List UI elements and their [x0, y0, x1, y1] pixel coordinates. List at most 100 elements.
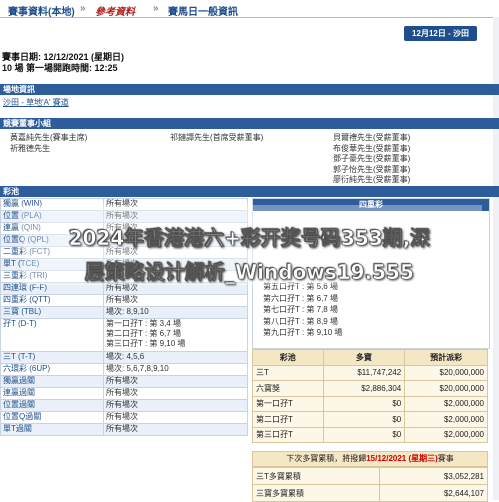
jackpot-amount: $0 — [322, 395, 406, 412]
list-item: 第九口孖T : 第 9,10 場 — [263, 328, 343, 337]
venue-link[interactable]: 沙田 - 草地'A' 賽道 — [3, 98, 69, 107]
pool-races: 第一口孖T : 第 3,4 場 第二口孖T : 第 6,7 場 第三口孖T : … — [103, 318, 248, 352]
jackpot-amount: $0 — [322, 411, 406, 428]
carryover-date: 15/12/2021 (星期三) — [366, 454, 438, 463]
table-row: 六寶獎 $2,886,304 $20,000,000 — [252, 380, 488, 397]
jackpot-pool: 第二口孖T — [252, 411, 324, 428]
carryover-title-suffix: 賽事 — [437, 454, 454, 463]
venue-heading: 場地資訊 — [0, 84, 499, 95]
pool-name[interactable]: 連贏過關 — [0, 387, 104, 400]
table-row: 三T $11,747,242 $20,000,000 — [252, 364, 488, 381]
table-row: 三寶 (TBL) 場次: 8,9,10 — [0, 306, 248, 319]
pool-races: 所有場次 — [103, 387, 248, 400]
venue-value: 沙田 - 草地'A' 賽道 — [0, 97, 499, 108]
pool-races: 場次: 4,5,6 — [103, 351, 248, 364]
table-row: 位置過關 所有場次 — [0, 399, 248, 412]
table-row: 六環彩 (6UP) 場次: 5,6,7,8,9,10 — [0, 363, 248, 376]
steward-name: 鄧子豪先生(受薪董事) — [333, 154, 411, 163]
steward-name: 廖衍純先生(受薪董事) — [333, 175, 411, 184]
race-meta: 賽事日期: 12/12/2021 (星期日) 10 場 第一場開跑時間: 12:… — [2, 52, 124, 74]
jackpot-amount: $11,747,242 — [322, 364, 406, 381]
pool-name[interactable]: 位置Q過關 — [0, 411, 104, 424]
breadcrumb-local-racing-info[interactable]: 賽事資料(本地) — [8, 3, 75, 18]
table-row: 單T過關 所有場次 — [0, 423, 248, 436]
carryover-title-prefix: 下次多寶累積，將撥歸 — [286, 454, 367, 463]
overlay-caption-line-1: 2024年香港港六+彩开奖号码353期,深 — [68, 226, 431, 251]
steward-name: 布俊華先生(受薪董事) — [333, 143, 411, 153]
steward-name: 黃嘉純先生(賽事主席) — [10, 133, 88, 142]
estimated-dividend: $20,000,000 — [404, 364, 488, 381]
pools-heading: 彩池 — [0, 186, 499, 197]
steward-name: 祁鏈譚先生(首席受薪董事) — [170, 133, 264, 142]
pool-races: 所有場次 — [103, 210, 248, 223]
column-header: 預計派彩 — [404, 349, 488, 366]
estimated-dividend: $20,000,000 — [404, 380, 488, 397]
table-header-row: 彩池 多寶 預計派彩 — [252, 349, 488, 366]
carryover-amount: $3,052,281 — [378, 467, 489, 485]
breadcrumb-separator: » — [80, 3, 86, 14]
pool-races: 所有場次 — [103, 198, 248, 211]
table-row: 第二口孖T $0 $2,000,000 — [252, 411, 488, 428]
table-row: 三寶多寶累積 $2,644,107 — [252, 484, 489, 502]
steward-name: 祈雅德先生 — [10, 143, 50, 153]
carryover-table: 三T多寶累積 $3,052,281 三寶多寶累積 $2,644,107 — [252, 467, 489, 502]
pool-name[interactable]: 位置過關 — [0, 399, 104, 412]
table-row: 獨贏過關 所有場次 — [0, 375, 248, 388]
table-row: 四重彩 (QTT) 所有場次 — [0, 294, 248, 307]
table-row: 獨贏 (WIN) 所有場次 — [0, 198, 248, 211]
table-row: 三T多寶累積 $3,052,281 — [252, 467, 489, 485]
table-row: 三T (T-T) 場次: 4,5,6 — [0, 351, 248, 364]
breadcrumb-raceday-general-info: 賽馬日一般資訊 — [168, 7, 238, 18]
date-selector-bar: 12月12日 - 沙田 — [0, 26, 499, 42]
steward-name: 郭子怡先生(受薪董事) — [333, 164, 411, 174]
breadcrumb-separator: » — [153, 3, 159, 14]
breadcrumb-reference-info[interactable]: 參考資料 — [95, 3, 135, 18]
pool-races: 所有場次 — [103, 375, 248, 388]
table-row: 位置 (PLA) 所有場次 — [0, 210, 248, 223]
stewards-col-2: 祁鏈譚先生(首席受薪董事) — [170, 133, 263, 144]
stewards-col-3: 貝爾禮先生(受薪董事) 布俊華先生(受薪董事) 鄧子豪先生(受薪董事) 郭子怡先… — [333, 133, 410, 186]
jackpot-amount: $2,886,304 — [322, 380, 406, 397]
raceday-select-button[interactable]: 12月12日 - 沙田 — [404, 26, 477, 41]
list-item: 第六口孖T : 第 6,7 場 — [263, 293, 338, 303]
column-header: 多寶 — [322, 349, 406, 366]
pool-races: 所有場次 — [103, 294, 248, 307]
breadcrumb-bar: 賽事資料(本地) » 參考資料 » 賽馬日一般資訊 — [0, 0, 499, 18]
carryover-amount: $2,644,107 — [378, 484, 489, 502]
pool-races: 場次: 5,6,7,8,9,10 — [103, 363, 248, 376]
column-header: 彩池 — [252, 349, 324, 366]
pool-name[interactable]: 六環彩 (6UP) — [0, 363, 104, 376]
table-row: 位置Q過關 所有場次 — [0, 411, 248, 424]
stewards-col-1: 黃嘉純先生(賽事主席) 祈雅德先生 — [10, 133, 87, 154]
table-row: 孖T (D-T) 第一口孖T : 第 3,4 場 第二口孖T : 第 6,7 場 … — [0, 318, 248, 352]
jackpot-table: 彩池 多寶 預計派彩 三T $11,747,242 $20,000,000 六寶獎 $… — [252, 349, 488, 443]
pool-name[interactable]: 四重彩 (QTT) — [0, 294, 104, 307]
double-trio-panel-heading: 四重彩 — [253, 199, 489, 211]
jackpot-pool: 第三口孖T — [252, 426, 324, 443]
pool-races: 場次: 8,9,10 — [103, 306, 248, 319]
jackpot-amount: $0 — [322, 426, 406, 443]
carryover-pool: 三T多寶累積 — [252, 467, 380, 485]
pool-name[interactable]: 單T過關 — [0, 423, 104, 436]
jackpot-pool: 第一口孖T — [252, 395, 324, 412]
list-item: 第八口孖T : 第 8,9 場 — [263, 316, 338, 326]
carryover-title: 下次多寶累積，將撥歸15/12/2021 (星期三)賽事 — [252, 451, 488, 467]
pool-races: 所有場次 — [103, 399, 248, 412]
jackpot-pool: 六寶獎 — [252, 380, 324, 397]
pool-name[interactable]: 三寶 (TBL) — [0, 306, 104, 319]
list-item: 第七口孖T : 第 7,8 場 — [263, 305, 338, 314]
carryover-pool: 三寶多寶累積 — [252, 484, 380, 502]
pool-name[interactable]: 獨贏 (WIN) — [0, 198, 104, 211]
pool-name[interactable]: 孖T (D-T) — [0, 318, 104, 352]
stewards-heading: 競賽董事小組 — [0, 118, 499, 129]
pool-name[interactable]: 獨贏過關 — [0, 375, 104, 388]
table-row: 第一口孖T $0 $2,000,000 — [252, 395, 488, 412]
estimated-dividend: $2,000,000 — [404, 426, 488, 443]
table-row: 連贏過關 所有場次 — [0, 387, 248, 400]
pool-name[interactable]: 位置 (PLA) — [0, 210, 104, 223]
steward-name: 貝爾禮先生(受薪董事) — [333, 133, 411, 142]
table-row: 第三口孖T $0 $2,000,000 — [252, 426, 488, 443]
pool-races: 所有場次 — [103, 423, 248, 436]
pool-name[interactable]: 三T (T-T) — [0, 351, 104, 364]
estimated-dividend: $2,000,000 — [404, 411, 488, 428]
